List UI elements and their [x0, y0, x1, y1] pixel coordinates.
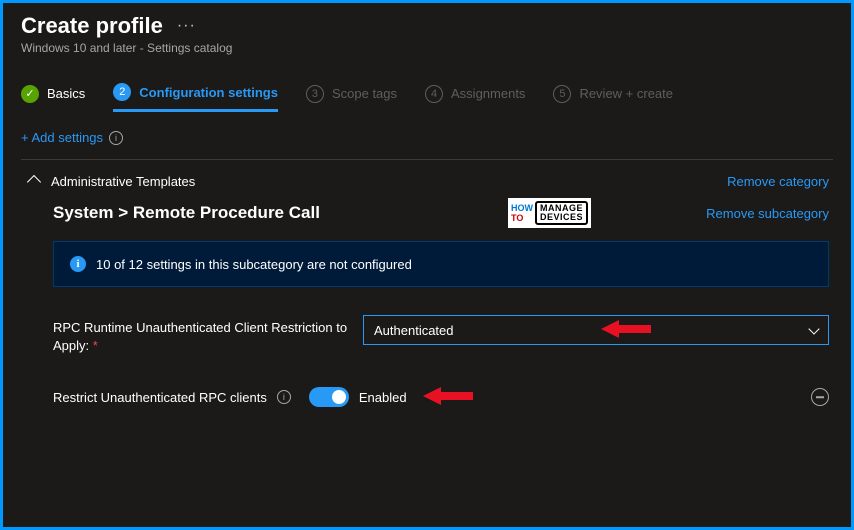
add-settings-link[interactable]: + Add settings i — [21, 130, 833, 145]
rpc-restriction-select[interactable]: Authenticated — [363, 315, 829, 345]
step-scope-tags[interactable]: 3 Scope tags — [306, 85, 397, 111]
step-basics[interactable]: ✓ Basics — [21, 85, 85, 111]
page-subtitle: Windows 10 and later - Settings catalog — [21, 41, 833, 55]
watermark-logo: HOW TO MANAGE DEVICES — [508, 198, 591, 228]
wizard-stepper: ✓ Basics 2 Configuration settings 3 Scop… — [3, 61, 851, 112]
info-banner: i 10 of 12 settings in this subcategory … — [53, 241, 829, 287]
chevron-up-icon — [27, 174, 41, 188]
checkmark-icon: ✓ — [21, 85, 39, 103]
restrict-clients-toggle[interactable] — [309, 387, 349, 407]
page-title: Create profile — [21, 13, 163, 39]
setting-label-restrict-clients: Restrict Unauthenticated RPC clients — [53, 390, 267, 405]
remove-subcategory-link[interactable]: Remove subcategory — [706, 206, 829, 221]
toggle-state-label: Enabled — [359, 390, 407, 405]
info-icon[interactable]: i — [277, 390, 291, 404]
info-icon[interactable]: i — [109, 131, 123, 145]
setting-label-rpc-restriction: RPC Runtime Unauthenticated Client Restr… — [53, 315, 353, 355]
step-configuration-settings[interactable]: 2 Configuration settings — [113, 83, 278, 112]
step-review-create[interactable]: 5 Review + create — [553, 85, 673, 111]
remove-setting-button[interactable] — [811, 388, 829, 406]
step-assignments[interactable]: 4 Assignments — [425, 85, 525, 111]
info-icon: i — [70, 256, 86, 272]
subcategory-breadcrumb: System > Remote Procedure Call — [53, 203, 320, 223]
arrow-annotation-icon — [423, 387, 473, 405]
chevron-down-icon — [808, 323, 819, 334]
category-toggle[interactable]: Administrative Templates — [25, 174, 195, 189]
remove-category-link[interactable]: Remove category — [727, 174, 829, 189]
more-button[interactable]: ··· — [177, 17, 196, 35]
